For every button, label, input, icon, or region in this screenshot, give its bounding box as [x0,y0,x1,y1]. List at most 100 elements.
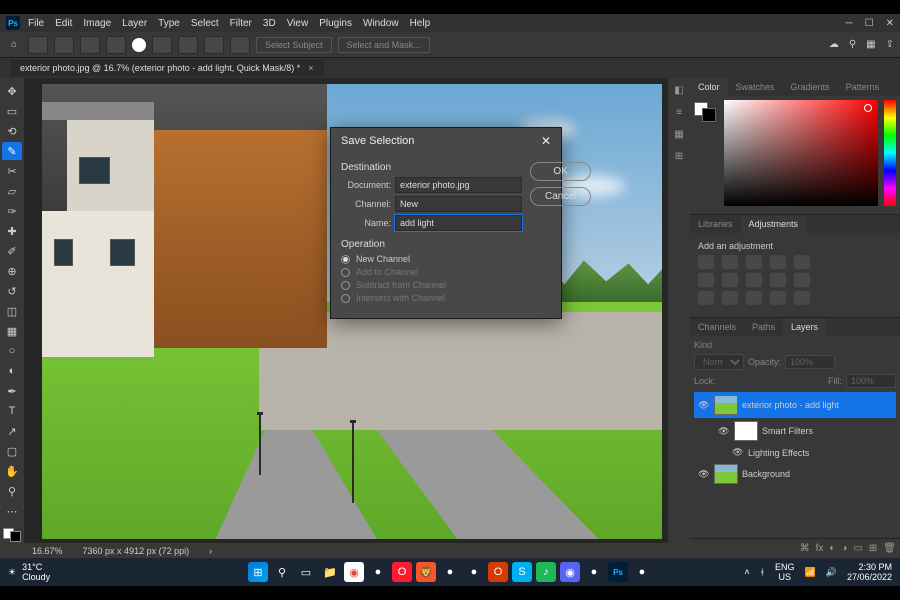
link-icon[interactable]: ⌘ [800,543,810,554]
workspace-icon[interactable]: ▦ [866,39,875,50]
discord-icon[interactable]: ◉ [560,562,580,582]
brush-tool-icon[interactable]: ✐ [2,242,22,260]
adj-posterize-icon[interactable] [722,291,738,305]
gradient-tool-icon[interactable]: ▦ [2,322,22,340]
cancel-button[interactable]: Cancel [530,187,591,206]
eraser-tool-icon[interactable]: ◫ [2,302,22,320]
hand-tool-icon[interactable]: ✋ [2,462,22,480]
app-icon[interactable]: ● [368,562,388,582]
opacity-input[interactable] [785,355,835,369]
name-input[interactable] [395,215,522,231]
brush-settings-icon[interactable] [152,36,172,54]
menu-layer[interactable]: Layer [122,18,147,29]
tab-color[interactable]: Color [690,78,728,96]
dodge-tool-icon[interactable]: ◐ [2,362,22,380]
brush-size-icon[interactable] [132,38,146,52]
bluetooth-icon[interactable]: ᚼ [760,567,765,577]
new-layer-icon[interactable]: ⊞ [869,543,877,554]
crop-tool-icon[interactable]: ✂ [2,162,22,180]
shape-tool-icon[interactable]: ▢ [2,442,22,460]
collapsed-panel-icon[interactable]: ▦ [671,126,687,142]
office-icon[interactable]: O [488,562,508,582]
hue-slider[interactable] [884,100,896,206]
spotify-icon[interactable]: ♪ [536,562,556,582]
select-subject-button[interactable]: Select Subject [256,37,332,53]
opera-icon[interactable]: O [392,562,412,582]
settings-icon[interactable] [230,36,250,54]
frame-tool-icon[interactable]: ▱ [2,182,22,200]
menu-3d[interactable]: 3D [263,18,276,29]
adj-vibrance-icon[interactable] [794,255,810,269]
collapsed-panel-icon[interactable]: ≡ [671,104,687,120]
eyedropper-tool-icon[interactable]: ✑ [2,202,22,220]
sample-all-icon[interactable] [178,36,198,54]
mask-icon[interactable]: ◐ [829,543,835,554]
type-tool-icon[interactable]: T [2,402,22,420]
explorer-icon[interactable]: 📁 [320,562,340,582]
menu-plugins[interactable]: Plugins [319,18,352,29]
path-tool-icon[interactable]: ↗ [2,422,22,440]
search-taskbar-icon[interactable]: ⚲ [272,562,292,582]
language[interactable]: ENG [775,562,795,572]
menu-select[interactable]: Select [191,18,219,29]
zoom-tool-icon[interactable]: ⚲ [2,482,22,500]
menu-image[interactable]: Image [83,18,111,29]
zoom-level[interactable]: 16.67% [32,546,63,556]
tab-gradients[interactable]: Gradients [783,78,838,96]
color-fg-bg[interactable] [694,102,716,122]
search-icon[interactable]: ⚲ [849,39,856,50]
visibility-icon[interactable]: 👁 [732,447,744,458]
color-field[interactable] [724,100,878,206]
radio-new-channel[interactable]: New Channel [341,254,522,264]
group-icon[interactable]: ▭ [853,543,862,554]
minimize-icon[interactable]: ─ [846,18,853,29]
document-close-icon[interactable]: × [308,63,313,73]
menu-filter[interactable]: Filter [230,18,252,29]
tab-channels[interactable]: Channels [690,318,744,336]
volume-icon[interactable]: 🔊 [826,567,837,578]
dialog-close-icon[interactable]: ✕ [541,134,551,148]
layer-row[interactable]: 👁 exterior photo - add light [694,392,896,418]
collapsed-panel-icon[interactable]: ⊞ [671,148,687,164]
edit-toolbar-icon[interactable]: ⋯ [2,502,22,520]
status-chevron-icon[interactable]: › [209,546,212,556]
adj-brightness-icon[interactable] [698,255,714,269]
tab-swatches[interactable]: Swatches [728,78,783,96]
menu-window[interactable]: Window [363,18,399,29]
taskview-icon[interactable]: ▭ [296,562,316,582]
adj-photo-filter-icon[interactable] [746,273,762,287]
visibility-icon[interactable]: 👁 [698,400,710,411]
wifi-icon[interactable]: 📶 [805,567,816,578]
stamp-tool-icon[interactable]: ⊕ [2,262,22,280]
share-icon[interactable]: ⇪ [886,39,894,50]
quick-select-tool-icon[interactable]: ✎ [2,142,22,160]
trash-icon[interactable]: 🗑 [883,543,896,554]
ok-button[interactable]: OK [530,162,591,181]
menu-type[interactable]: Type [158,18,180,29]
color-swatch-tool[interactable] [3,528,21,542]
adj-channel-mixer-icon[interactable] [770,273,786,287]
app-icon[interactable]: ● [584,562,604,582]
tab-adjustments[interactable]: Adjustments [741,215,807,233]
home-icon[interactable]: ⌂ [6,38,22,52]
channel-select[interactable]: New [395,196,522,212]
menu-edit[interactable]: Edit [55,18,72,29]
blend-mode-select[interactable]: Normal [694,354,744,370]
selection-add-icon[interactable] [80,36,100,54]
adj-curves-icon[interactable] [746,255,762,269]
photoshop-taskbar-icon[interactable]: Ps [608,562,628,582]
adj-levels-icon[interactable] [722,255,738,269]
layer-row[interactable]: 👁 Lighting Effects [694,444,896,461]
collapsed-panel-icon[interactable]: ◧ [671,82,687,98]
weather-icon[interactable]: ☀ [8,567,16,578]
tab-libraries[interactable]: Libraries [690,215,741,233]
adj-invert-icon[interactable] [698,291,714,305]
background-swatch[interactable] [10,531,21,542]
heal-tool-icon[interactable]: ✚ [2,222,22,240]
adj-hue-icon[interactable] [698,273,714,287]
adj-color-lookup-icon[interactable] [794,273,810,287]
visibility-icon[interactable]: 👁 [698,469,710,480]
adjustment-layer-icon[interactable]: ◑ [841,543,847,554]
chevron-up-icon[interactable]: ˄ [744,567,749,577]
close-icon[interactable]: ✕ [886,18,894,29]
